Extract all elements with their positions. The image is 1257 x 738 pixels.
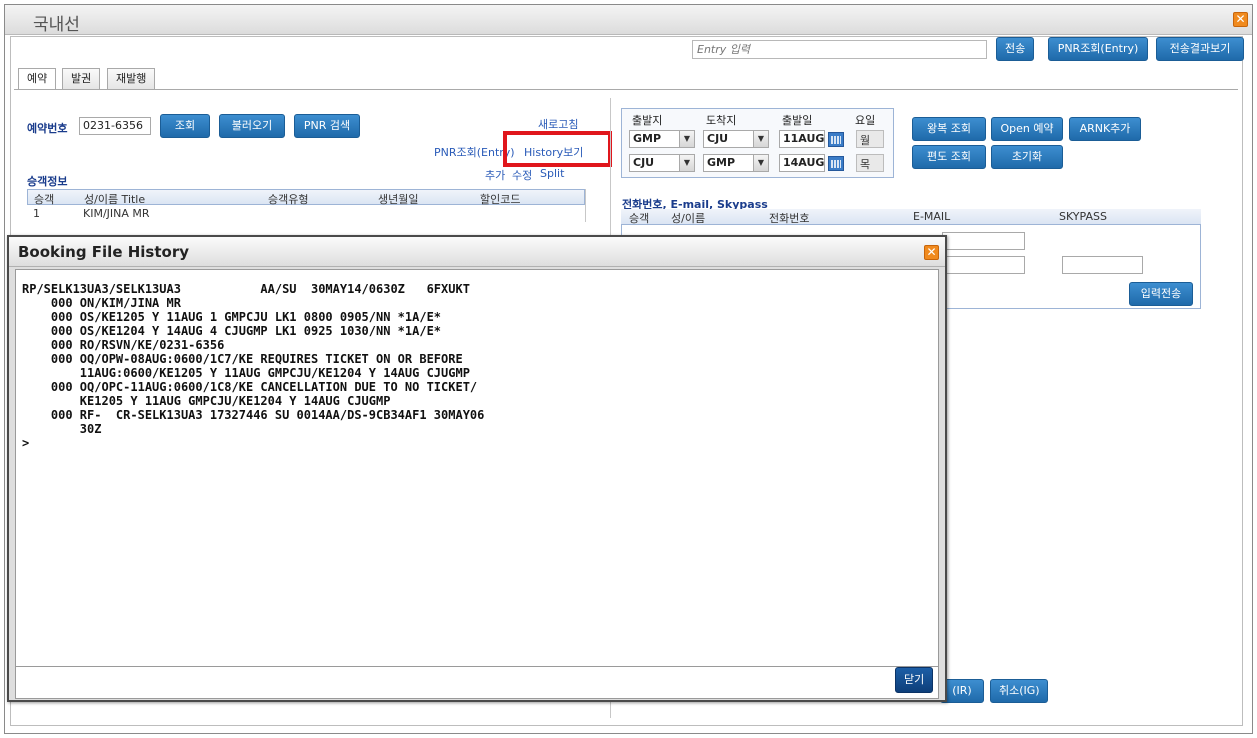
arrival-select-1[interactable]: CJU ▼ xyxy=(703,130,769,148)
calendar-icon[interactable] xyxy=(828,156,844,171)
email-field-2[interactable] xyxy=(942,256,1025,274)
roundtrip-search-button[interactable]: 왕복 조회 xyxy=(912,117,986,141)
window-title: 국내선 xyxy=(33,15,80,35)
booking-number-field[interactable]: 0231-6356 xyxy=(79,117,151,135)
date-value: 14AUG xyxy=(783,156,825,169)
passenger-table-header: 승객 성/이름 Title 승객유형 생년월일 할인코드 xyxy=(27,189,585,206)
chevron-down-icon: ▼ xyxy=(679,131,694,147)
add-passenger-link[interactable]: 추가 xyxy=(485,167,505,183)
arrival-select-2[interactable]: GMP ▼ xyxy=(703,154,769,172)
chevron-down-icon: ▼ xyxy=(753,155,768,171)
date-value: 11AUG xyxy=(783,132,825,145)
pnr-entry-button[interactable]: PNR조회(Entry) xyxy=(1048,37,1148,61)
departure-select-1[interactable]: GMP ▼ xyxy=(629,130,695,148)
tab-ticketing[interactable]: 발권 xyxy=(62,68,101,89)
load-button[interactable]: 불러오기 xyxy=(219,114,285,138)
open-booking-button[interactable]: Open 예약 xyxy=(991,117,1063,141)
route-header-dow: 요일 xyxy=(855,114,876,127)
history-line: 000 ON/KIM/JINA MR xyxy=(22,296,181,310)
table-border xyxy=(585,189,586,222)
refresh-link[interactable]: 새로고침 xyxy=(538,116,578,132)
command-prompt[interactable]: > xyxy=(22,436,29,450)
close-dialog-button[interactable]: 닫기 xyxy=(895,667,933,693)
pnr-search-button[interactable]: PNR 검색 xyxy=(294,114,360,138)
column-header: 승객 xyxy=(34,193,55,206)
history-line: KE1205 Y 11AUG GMPCJU/KE1204 Y 14AUG CJU… xyxy=(22,394,391,408)
booking-history-dialog: Booking File History ✕ RP/SELK13UA3/SELK… xyxy=(7,235,947,702)
column-header: SKYPASS xyxy=(1059,210,1107,223)
arrival-value: CJU xyxy=(707,132,729,145)
cancel-ig-button[interactable]: 취소(IG) xyxy=(990,679,1048,703)
reset-button[interactable]: 초기화 xyxy=(991,145,1063,169)
day-of-week-2: 목 xyxy=(856,154,884,172)
column-header: E-MAIL xyxy=(913,210,951,223)
tab-booking[interactable]: 예약 xyxy=(18,68,57,90)
route-header-from: 출발지 xyxy=(632,114,663,127)
skypass-field-2[interactable] xyxy=(1062,256,1143,274)
chevron-down-icon: ▼ xyxy=(753,131,768,147)
departure-select-2[interactable]: CJU ▼ xyxy=(629,154,695,172)
edit-passenger-link[interactable]: 수정 xyxy=(512,167,532,183)
column-header: 승객 xyxy=(629,212,650,225)
dialog-title: Booking File History xyxy=(18,243,189,261)
column-header: 전화번호 xyxy=(769,212,810,225)
history-line: 000 OQ/OPW-08AUG:0600/1C7/KE REQUIRES TI… xyxy=(22,352,463,366)
route-header-to: 도착지 xyxy=(706,114,737,127)
history-line: 11AUG:0600/KE1205 Y 11AUG GMPCJU/KE1204 … xyxy=(22,366,470,380)
passenger-section-label: 승객정보 xyxy=(27,175,68,188)
arnk-add-button[interactable]: ARNK추가 xyxy=(1069,117,1141,141)
contact-table-header: 승객 성/이름 전화번호 E-MAIL SKYPASS xyxy=(621,209,1201,225)
departure-value: CJU xyxy=(633,156,655,169)
day-of-week-1: 월 xyxy=(856,130,884,148)
history-line: 000 OS/KE1204 Y 14AUG 4 CJUGMP LK1 0925 … xyxy=(22,324,442,338)
table-row[interactable]: 1 KIM/JINA MR xyxy=(27,206,585,222)
history-highlight-box xyxy=(503,131,612,167)
history-line: 000 RO/RSVN/KE/0231-6356 xyxy=(22,338,225,352)
search-button[interactable]: 조회 xyxy=(160,114,210,138)
booking-number-label: 예약번호 xyxy=(27,122,68,135)
oneway-search-button[interactable]: 편도 조회 xyxy=(912,145,986,169)
tab-divider xyxy=(14,89,1238,90)
window-close-icon[interactable]: ✕ xyxy=(1233,12,1248,27)
passenger-number: 1 xyxy=(33,207,40,220)
dialog-footer: 닫기 xyxy=(15,667,939,699)
dialog-titlebar: Booking File History ✕ xyxy=(9,237,945,267)
column-header: 성/이름 Title xyxy=(84,193,146,206)
column-header: 생년월일 xyxy=(378,193,419,206)
entry-input[interactable] xyxy=(692,40,987,59)
tab-reissue[interactable]: 재발행 xyxy=(107,68,156,89)
history-line: RP/SELK13UA3/SELK13UA3 AA/SU 30MAY14/063… xyxy=(22,282,470,296)
split-passenger-link[interactable]: Split xyxy=(540,167,564,180)
history-line: 30Z xyxy=(22,422,102,436)
email-field-1[interactable] xyxy=(942,232,1025,250)
submit-contact-button[interactable]: 입력전송 xyxy=(1129,282,1193,306)
route-header-date: 출발일 xyxy=(782,114,813,127)
arrival-value: GMP xyxy=(707,156,736,169)
date-field-1[interactable]: 11AUG xyxy=(779,130,844,148)
departure-value: GMP xyxy=(633,132,662,145)
dialog-close-icon[interactable]: ✕ xyxy=(924,245,939,260)
passenger-name: KIM/JINA MR xyxy=(83,207,150,220)
window-titlebar: 국내선 ✕ xyxy=(5,5,1252,35)
chevron-down-icon: ▼ xyxy=(679,155,694,171)
column-header: 승객유형 xyxy=(268,193,309,206)
history-line: 000 OQ/OPC-11AUG:0600/1C8/KE CANCELLATIO… xyxy=(22,380,478,394)
calendar-icon[interactable] xyxy=(828,132,844,147)
column-header: 할인코드 xyxy=(480,193,521,206)
history-line: 000 RF- CR-SELK13UA3 17327446 SU 0014AA/… xyxy=(22,408,485,422)
date-field-2[interactable]: 14AUG xyxy=(779,154,844,172)
column-header: 성/이름 xyxy=(671,212,706,225)
send-result-button[interactable]: 전송결과보기 xyxy=(1156,37,1244,61)
history-log: RP/SELK13UA3/SELK13UA3 AA/SU 30MAY14/063… xyxy=(15,269,939,667)
send-button[interactable]: 전송 xyxy=(996,37,1034,61)
history-line: 000 OS/KE1205 Y 11AUG 1 GMPCJU LK1 0800 … xyxy=(22,310,442,324)
